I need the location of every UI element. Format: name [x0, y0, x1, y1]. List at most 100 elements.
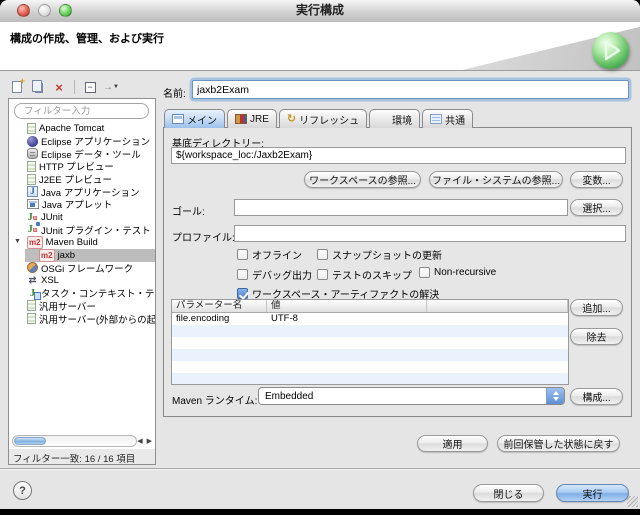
table-header-cell[interactable]: [427, 300, 568, 312]
checkbox-item[interactable]: Non-recursive: [419, 267, 496, 278]
xsl-icon: ⇄: [27, 275, 38, 286]
table-cell: [427, 325, 568, 337]
tree-item-selected[interactable]: m2jaxb: [9, 249, 155, 262]
parameters-table-body: file.encodingUTF-8: [172, 313, 568, 385]
checkbox-icon[interactable]: [237, 269, 248, 280]
scroll-left-icon[interactable]: ◀: [137, 437, 142, 445]
tree-item[interactable]: Jタスク・コンテキスト・テ: [9, 287, 155, 300]
main-tab-icon: [172, 114, 184, 124]
osgi-icon: [27, 262, 38, 273]
scrollbar-arrows[interactable]: ◀▶: [137, 437, 152, 445]
table-row[interactable]: file.encodingUTF-8: [172, 313, 568, 325]
scroll-right-icon[interactable]: ▶: [147, 437, 152, 445]
table-header-cell[interactable]: パラメーター名: [172, 300, 267, 312]
stepper-icon[interactable]: [546, 388, 564, 404]
table-row[interactable]: [172, 325, 568, 337]
tree-item[interactable]: Java アプリケーション: [9, 185, 155, 198]
tree-item[interactable]: 汎用サーバー(外部からの起: [9, 312, 155, 325]
environment-tab-icon: [377, 114, 389, 124]
tree-item[interactable]: ⇄XSL: [9, 274, 155, 287]
profile-input[interactable]: [234, 225, 626, 242]
apply-button[interactable]: 適用: [417, 435, 488, 452]
table-cell: [427, 337, 568, 349]
browse-workspace-button[interactable]: ワークスペースの参照...: [304, 171, 421, 188]
title-bar[interactable]: 実行構成: [0, 0, 640, 23]
checkbox-icon[interactable]: [419, 267, 430, 278]
checkbox-item[interactable]: オフライン: [237, 247, 302, 262]
tree-item[interactable]: Eclipse アプリケーション: [9, 135, 155, 148]
tab-label: リフレッシュ: [299, 112, 359, 127]
tab-common[interactable]: 共通: [422, 109, 473, 128]
tree-item[interactable]: JuJUnit プラグイン・テスト: [9, 224, 155, 237]
tree-item-label: Maven Build: [46, 237, 98, 248]
revert-button[interactable]: 前回保管した状態に戻す: [497, 435, 620, 452]
tab-jre[interactable]: JRE: [227, 109, 277, 128]
close-window-button[interactable]: [17, 4, 30, 17]
scrollbar-thumb[interactable]: [14, 437, 46, 445]
run-button[interactable]: 実行: [556, 484, 629, 502]
new-config-button[interactable]: [9, 80, 25, 95]
name-input[interactable]: [192, 80, 629, 99]
select-button[interactable]: 選択...: [570, 199, 623, 216]
base-directory-input[interactable]: [171, 147, 626, 164]
add-parameter-button[interactable]: 追加...: [570, 299, 623, 316]
parameters-table-header[interactable]: パラメーター名値: [172, 300, 568, 313]
filter-input[interactable]: [14, 103, 149, 119]
tab-label: 共通: [445, 112, 465, 127]
table-header-cell[interactable]: 値: [267, 300, 427, 312]
checkbox-icon[interactable]: [317, 249, 328, 260]
variables-button[interactable]: 変数...: [570, 171, 623, 188]
table-row[interactable]: [172, 349, 568, 361]
help-button[interactable]: ?: [13, 481, 32, 500]
checkbox-item[interactable]: デバッグ出力: [237, 267, 312, 282]
tree-item[interactable]: HTTP プレビュー: [9, 160, 155, 173]
duplicate-config-button[interactable]: [30, 80, 46, 95]
checkbox-icon[interactable]: [237, 249, 248, 260]
profile-label: プロファイル:: [172, 229, 235, 244]
checkbox-checked-icon[interactable]: [237, 288, 248, 299]
tree-item[interactable]: Java アプレット: [9, 198, 155, 211]
tab-environment[interactable]: 環境: [369, 109, 420, 128]
server-icon: [27, 313, 36, 324]
tree-item[interactable]: J2EE プレビュー: [9, 173, 155, 186]
checkbox-item[interactable]: テストのスキップ: [317, 267, 412, 282]
tree-item[interactable]: ▼ m2Maven Build: [9, 236, 155, 249]
resize-grip[interactable]: [627, 496, 638, 507]
expanded-arrow-icon[interactable]: ▼: [14, 238, 21, 245]
table-cell: [427, 373, 568, 385]
checkbox-icon[interactable]: [317, 269, 328, 280]
banner: 構成の作成、管理、および実行: [0, 22, 640, 71]
configure-runtime-button[interactable]: 構成...: [570, 388, 623, 405]
m2-icon: m2: [27, 236, 43, 249]
run-launch-icon: [592, 32, 629, 69]
close-button[interactable]: 閉じる: [473, 484, 544, 502]
goal-input[interactable]: [234, 199, 568, 216]
table-row[interactable]: [172, 373, 568, 385]
tab-refresh[interactable]: ↻リフレッシュ: [279, 109, 367, 128]
tree-horizontal-scrollbar[interactable]: [12, 435, 137, 447]
collapse-all-button[interactable]: −: [82, 80, 98, 95]
goal-label: ゴール:: [172, 203, 205, 218]
screenshot-root: 実行構成 構成の作成、管理、および実行 × − →▼ Apache Tomcat…: [0, 0, 640, 515]
tree-item[interactable]: JuJUnit: [9, 211, 155, 224]
minimize-window-button[interactable]: [38, 4, 51, 17]
maven-runtime-select[interactable]: Embedded: [258, 387, 565, 405]
tree-item[interactable]: OSGi フレームワーク: [9, 262, 155, 275]
server-icon: [27, 300, 36, 311]
table-cell: [267, 361, 427, 373]
delete-config-button[interactable]: ×: [51, 80, 67, 95]
new-config-icon: [12, 81, 22, 93]
checkbox-item[interactable]: スナップショットの更新: [317, 247, 442, 262]
tree-item[interactable]: Eclipse データ・ツール: [9, 147, 155, 160]
remove-parameter-button[interactable]: 除去: [570, 328, 623, 345]
task-context-icon: J: [27, 288, 38, 299]
duplicate-config-icon: [35, 83, 43, 93]
browse-filesystem-button[interactable]: ファイル・システムの参照...: [429, 171, 563, 188]
table-row[interactable]: [172, 361, 568, 373]
table-row[interactable]: [172, 337, 568, 349]
tree-item[interactable]: Apache Tomcat: [9, 122, 155, 135]
tree-item[interactable]: 汎用サーバー: [9, 300, 155, 313]
zoom-window-button[interactable]: [59, 4, 72, 17]
filter-menu-button[interactable]: →▼: [103, 80, 119, 95]
tab-main[interactable]: メイン: [164, 109, 225, 128]
